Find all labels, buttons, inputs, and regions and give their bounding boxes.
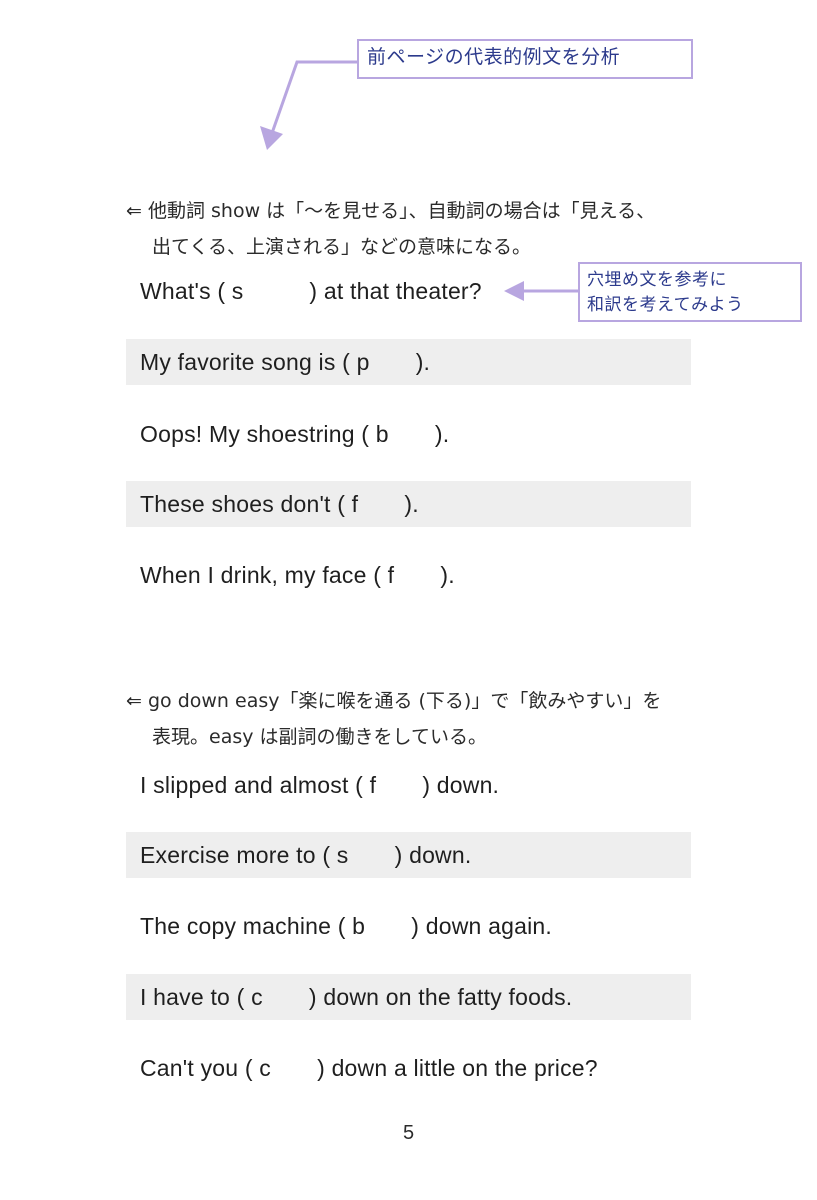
sentence-row[interactable]: The copy machine ( b ) down again. [126,903,691,949]
sentence-row[interactable]: I have to ( c ) down on the fatty foods. [126,974,691,1020]
sentence-row[interactable]: Can't you ( c ) down a little on the pri… [126,1045,691,1091]
sentence-row[interactable]: Exercise more to ( s ) down. [126,832,691,878]
page-number: 5 [402,1122,415,1144]
sentence-row[interactable]: I slipped and almost ( f ) down. [126,762,691,808]
note-godown-lead-arrow-icon: ⇐ [126,690,148,712]
note-show-lead-arrow-icon: ⇐ [126,200,148,222]
worksheet-page: 前ページの代表的例文を分析 ⇐ 他動詞 show は「〜を見せる」、自動詞の場合… [0,0,817,1200]
note-godown-line1: go down easy「楽に喉を通る (下る)」で「飲みやすい」を [147,690,662,712]
sentence-row[interactable]: My favorite song is ( p ). [126,339,691,385]
sentence-row[interactable]: These shoes don't ( f ). [126,481,691,527]
note-show-line2: 出てくる、上演される」などの意味になる。 [152,236,532,258]
callout-analyze-previous-page: 前ページの代表的例文を分析 [357,39,693,79]
sentence-row[interactable]: When I drink, my face ( f ). [126,552,691,598]
sentence-row[interactable]: Oops! My shoestring ( b ). [126,411,691,457]
callout-translate-hint: 穴埋め文を参考に 和訳を考えてみよう [578,262,802,322]
note-godown-line2: 表現。easy は副詞の働きをしている。 [152,726,487,748]
note-show-line1: 他動詞 show は「〜を見せる」、自動詞の場合は「見える、 [147,200,656,222]
